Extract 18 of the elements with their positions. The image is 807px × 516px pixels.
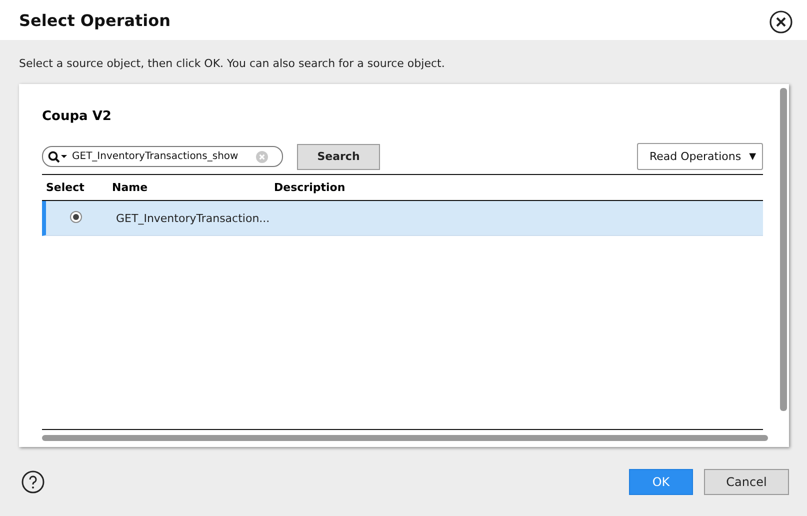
table-cell-text: GET_InventoryTransaction...	[115, 212, 271, 224]
column-header: Name	[112, 181, 149, 194]
instruction-text: Select a source object, then click OK. You can also search for a source object.	[19, 57, 446, 70]
search-icon[interactable]	[48, 150, 68, 162]
radio-button[interactable]	[70, 210, 82, 222]
window-title: Select Operation	[19, 10, 172, 30]
search-field[interactable]: GET_InventoryTransactions_show	[42, 146, 283, 167]
table-row[interactable]: GET_InventoryTransaction...	[42, 201, 763, 236]
column-header: Select	[45, 181, 86, 194]
help-icon[interactable]	[21, 470, 45, 494]
operation-type-dropdown[interactable]: Read Operations ▼	[637, 143, 763, 170]
connection-title: Coupa V2	[42, 109, 112, 124]
close-icon[interactable]	[769, 10, 793, 34]
search-button[interactable]: Search	[297, 144, 380, 170]
horizontal-scrollbar[interactable]	[42, 435, 768, 441]
column-header: Description	[274, 181, 346, 194]
cancel-button[interactable]: Cancel	[704, 468, 789, 494]
vertical-scrollbar[interactable]	[780, 88, 787, 411]
